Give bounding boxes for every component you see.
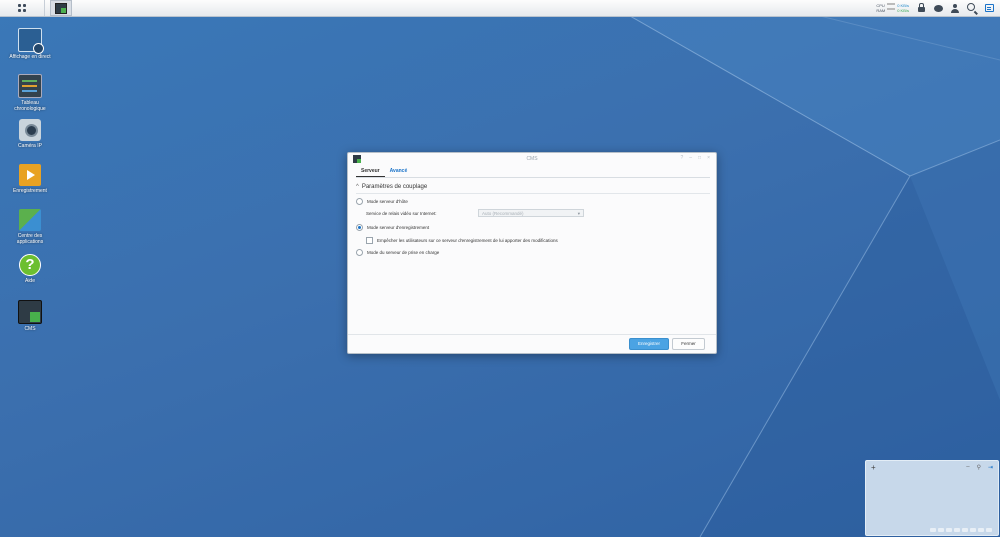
recording-mode-option[interactable]: Mode serveur d'enregistrement (356, 224, 429, 231)
desktop-icon-recording[interactable]: Enregistrement (0, 164, 60, 194)
pager-dot[interactable] (978, 528, 984, 532)
ram-label: RAM (876, 8, 886, 13)
recording-icon (19, 164, 41, 186)
tab-bar: Serveur Avancé (356, 166, 413, 177)
desktop-icon-timeline[interactable]: Tableau chronologique (0, 74, 60, 112)
cms-window: CMS ? – □ × Serveur Avancé ^ Paramètres d… (347, 152, 717, 354)
add-widget-button[interactable]: + (871, 463, 876, 472)
window-title: CMS (526, 156, 538, 162)
desktop-icon-label: Centre des applications (16, 233, 44, 245)
section-title: Paramètres de couplage (361, 184, 428, 190)
pager-dot[interactable] (946, 528, 952, 532)
minimize-button[interactable]: – (689, 155, 692, 161)
desktop-icon-label: Enregistrement (13, 188, 47, 194)
relay-service-value: Auto (Recommandé) (482, 211, 524, 216)
save-button[interactable]: Enregistrer (629, 338, 669, 350)
desktop-icon-application-center[interactable]: Centre des applications (0, 209, 60, 245)
lock-button[interactable] (916, 3, 926, 13)
pager-dot[interactable] (970, 528, 976, 532)
footer-divider (348, 334, 716, 335)
application-center-icon (19, 209, 41, 231)
lock-icon (917, 3, 925, 12)
tab-divider (356, 177, 710, 178)
panel-controls: – ⚲ ⇥ (966, 464, 993, 471)
search-button[interactable] (967, 3, 977, 13)
recording-mode-radio[interactable] (356, 224, 363, 231)
widget-icon (984, 4, 994, 12)
relay-service-text: Service de relais vidéo sur Internet: (366, 211, 437, 216)
tab-serveur[interactable]: Serveur (356, 166, 385, 177)
chat-icon (933, 4, 943, 12)
desktop-icon-live-view[interactable]: Affichage en direct (0, 28, 60, 60)
pager-dot[interactable] (930, 528, 936, 532)
system-tray: CPU 0 KB/s RAM 0 KB/s (876, 0, 994, 16)
failover-mode-radio[interactable] (356, 249, 363, 256)
relay-service-select[interactable]: Auto (Recommandé) ▾ (478, 209, 584, 217)
prevent-users-label: Empêcher les utilisateurs sur ce serveur… (377, 238, 558, 243)
cms-icon (18, 300, 42, 324)
pager-dot[interactable] (938, 528, 944, 532)
help-icon: ? (19, 254, 41, 276)
maximize-button[interactable]: □ (698, 155, 701, 161)
tab-avance[interactable]: Avancé (385, 166, 413, 176)
search-icon (967, 3, 975, 11)
main-menu-button[interactable] (0, 0, 45, 16)
failover-mode-label: Mode du serveur de prise en charge (367, 250, 440, 255)
host-mode-option[interactable]: Mode serveur d'hôte (356, 198, 408, 205)
widget-button[interactable] (984, 3, 994, 13)
desktop-icon-label: Affichage en direct (9, 54, 51, 60)
collapse-chevron-icon: ^ (356, 184, 359, 190)
help-button[interactable]: ? (680, 155, 683, 161)
close-button[interactable]: Fermer (672, 338, 705, 350)
section-header[interactable]: ^ Paramètres de couplage (356, 184, 427, 190)
desktop-icon-ip-camera[interactable]: Caméra IP (0, 119, 60, 149)
host-mode-label: Mode serveur d'hôte (367, 199, 408, 204)
grid-menu-icon (18, 4, 26, 12)
user-icon (951, 3, 959, 13)
widget-panel: + – ⚲ ⇥ (865, 460, 999, 536)
minimize-panel-button[interactable]: – (966, 464, 969, 471)
ram-bar (887, 8, 896, 10)
pager-dot[interactable] (986, 528, 992, 532)
resource-monitor[interactable]: CPU 0 KB/s RAM 0 KB/s (876, 3, 909, 13)
taskbar-cms-button[interactable] (50, 0, 72, 16)
ip-camera-icon (19, 119, 41, 141)
chevron-down-icon: ▾ (577, 211, 580, 216)
section-divider (356, 193, 710, 194)
hide-panel-button[interactable]: ⇥ (988, 464, 993, 471)
pager-dot[interactable] (962, 528, 968, 532)
chat-button[interactable] (933, 3, 943, 13)
recording-mode-label: Mode serveur d'enregistrement (367, 225, 430, 230)
user-button[interactable] (950, 3, 960, 13)
prevent-users-checkbox[interactable] (366, 237, 373, 244)
desktop-icon-label: Tableau chronologique (14, 100, 46, 112)
window-controls: ? – □ × (680, 155, 710, 161)
pin-icon[interactable]: ⚲ (977, 464, 981, 471)
pager-dot[interactable] (954, 528, 960, 532)
live-view-icon (18, 28, 44, 54)
desktop-icon-label: Caméra IP (18, 143, 42, 149)
panel-pager (930, 528, 992, 532)
failover-mode-option[interactable]: Mode du serveur de prise en charge (356, 249, 439, 256)
cpu-bar (887, 3, 896, 5)
prevent-users-option[interactable]: Empêcher les utilisateurs sur ce serveur… (366, 237, 558, 244)
close-window-button[interactable]: × (707, 155, 710, 161)
taskbar: CPU 0 KB/s RAM 0 KB/s (0, 0, 1000, 17)
desktop-icon-label: Aide (24, 278, 35, 284)
download-rate: 0 KB/s (897, 8, 909, 13)
desktop-icon-cms[interactable]: CMS (0, 300, 60, 332)
relay-service-label: Service de relais vidéo sur Internet: (366, 211, 437, 216)
host-mode-radio[interactable] (356, 198, 363, 205)
cms-icon (55, 2, 67, 14)
desktop-icon-label: CMS (24, 326, 36, 332)
window-titlebar[interactable]: CMS ? – □ × (348, 153, 716, 165)
desktop-icon-help[interactable]: ? Aide (0, 254, 60, 284)
timeline-icon (18, 74, 42, 98)
